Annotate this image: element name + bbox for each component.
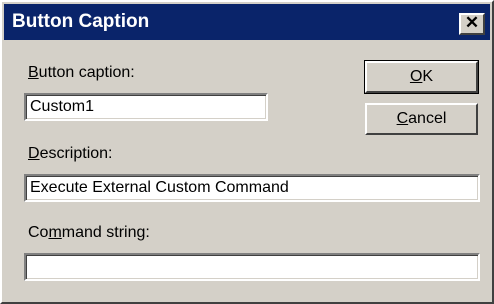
command-input[interactable] bbox=[24, 253, 480, 281]
description-label: Description: bbox=[28, 145, 113, 162]
caption-label: Button caption: bbox=[28, 64, 135, 81]
ok-button[interactable]: OK bbox=[364, 60, 479, 94]
description-input[interactable]: Execute External Custom Command bbox=[24, 174, 480, 202]
title-bar[interactable]: Button Caption ✕ bbox=[4, 4, 490, 40]
close-icon: ✕ bbox=[464, 13, 480, 32]
cancel-button[interactable]: Cancel bbox=[365, 103, 478, 135]
command-label: Command string: bbox=[28, 224, 150, 241]
window-title: Button Caption bbox=[12, 11, 150, 32]
close-button[interactable]: ✕ bbox=[459, 13, 485, 35]
dialog-window: Button Caption ✕ Button caption: Custom1… bbox=[0, 0, 494, 304]
caption-input[interactable]: Custom1 bbox=[24, 93, 268, 121]
